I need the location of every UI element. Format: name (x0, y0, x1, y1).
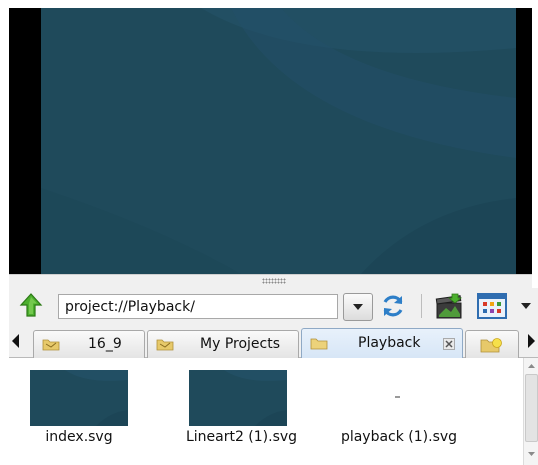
scrollbar-thumb[interactable] (525, 374, 538, 442)
file-name: Lineart2 (1).svg (185, 429, 298, 445)
file-list: index.svg Lineart2 (1).svg playback (1).… (9, 358, 538, 465)
vertical-scrollbar[interactable] (523, 358, 538, 465)
file-thumbnail (189, 370, 287, 426)
chevron-down-icon (353, 304, 363, 310)
folder-tab-bar: 16_9 My Projects Playback (9, 324, 538, 358)
tab-playback[interactable]: Playback (301, 328, 463, 358)
tab-16-9[interactable]: 16_9 (33, 330, 145, 358)
import-media-icon (435, 293, 463, 319)
view-mode-menu-arrow[interactable] (518, 298, 534, 314)
tab-label: Playback (358, 335, 421, 351)
folder-icon (156, 339, 174, 351)
chevron-right-icon (528, 334, 535, 348)
refresh-button[interactable] (377, 291, 409, 321)
scroll-down-arrow-icon[interactable] (524, 448, 538, 460)
toolbar-separator (421, 294, 422, 318)
path-history-dropdown[interactable] (343, 293, 373, 321)
file-thumbnail (30, 370, 128, 426)
folder-icon (42, 339, 60, 351)
preview-canvas (41, 8, 516, 274)
file-name: playback (1).svg (340, 429, 458, 445)
chevron-down-icon (521, 302, 531, 309)
browser-toolbar (9, 288, 538, 324)
chevron-left-icon (12, 334, 19, 348)
splitter-grip-icon[interactable] (262, 278, 286, 284)
view-mode-icon (477, 293, 507, 319)
panel-splitter[interactable] (9, 274, 532, 288)
import-media-button[interactable] (432, 291, 466, 321)
tab-my-projects[interactable]: My Projects (147, 330, 299, 358)
up-arrow-icon (19, 293, 43, 317)
close-icon[interactable] (443, 338, 455, 350)
folder-icon (310, 338, 328, 350)
up-directory-button[interactable] (18, 291, 44, 319)
file-thumbnail-placeholder (395, 396, 400, 398)
new-folder-icon (480, 338, 502, 353)
tab-scroll-right-button[interactable] (524, 332, 538, 350)
file-name: index.svg (45, 429, 113, 445)
tab-label: 16_9 (88, 336, 122, 352)
preview-frame (9, 8, 532, 274)
tab-scroll-left-button[interactable] (9, 332, 23, 350)
path-input[interactable] (58, 294, 338, 319)
refresh-icon (383, 295, 403, 317)
view-mode-button[interactable] (474, 291, 510, 321)
tab-label: My Projects (200, 336, 281, 352)
scroll-up-arrow-icon[interactable] (524, 360, 538, 372)
preview-background-art (41, 8, 516, 274)
new-tab-button[interactable] (465, 330, 519, 358)
